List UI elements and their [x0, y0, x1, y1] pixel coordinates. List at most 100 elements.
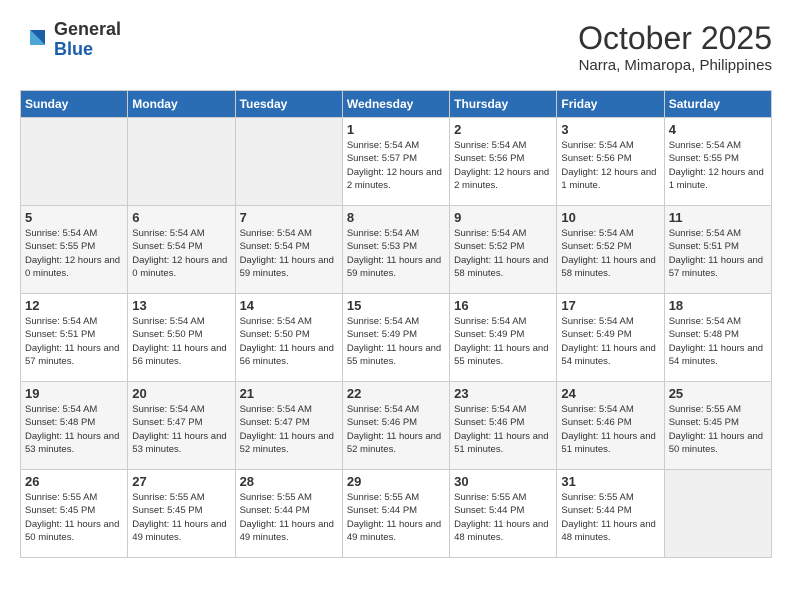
calendar-cell: 15 Sunrise: 5:54 AMSunset: 5:49 PMDayligh…	[342, 294, 449, 382]
calendar-cell: 30 Sunrise: 5:55 AMSunset: 5:44 PMDayligh…	[450, 470, 557, 558]
calendar-cell: 25 Sunrise: 5:55 AMSunset: 5:45 PMDayligh…	[664, 382, 771, 470]
cell-info: Sunrise: 5:54 AMSunset: 5:52 PMDaylight:…	[454, 227, 552, 280]
cell-info: Sunrise: 5:54 AMSunset: 5:46 PMDaylight:…	[454, 403, 552, 456]
calendar-week-row: 19Sunrise: 5:54 AMSunset: 5:48 PMDayligh…	[21, 382, 772, 470]
header-day: Sunday	[21, 91, 128, 118]
cell-info: Sunrise: 5:54 AMSunset: 5:52 PMDaylight:…	[561, 227, 659, 280]
logo-text: General Blue	[54, 20, 121, 60]
cell-info: Sunrise: 5:54 AMSunset: 5:48 PMDaylight:…	[669, 315, 767, 368]
calendar-cell	[128, 118, 235, 206]
cell-info: Sunrise: 5:54 AMSunset: 5:49 PMDaylight:…	[561, 315, 659, 368]
day-number: 2	[454, 122, 552, 137]
cell-info: Sunrise: 5:54 AMSunset: 5:54 PMDaylight:…	[132, 227, 230, 280]
calendar-table: SundayMondayTuesdayWednesdayThursdayFrid…	[20, 90, 772, 558]
cell-info: Sunrise: 5:54 AMSunset: 5:47 PMDaylight:…	[240, 403, 338, 456]
cell-info: Sunrise: 5:54 AMSunset: 5:50 PMDaylight:…	[132, 315, 230, 368]
calendar-cell: 20 Sunrise: 5:54 AMSunset: 5:47 PMDayligh…	[128, 382, 235, 470]
calendar-cell: 16 Sunrise: 5:54 AMSunset: 5:49 PMDayligh…	[450, 294, 557, 382]
day-number: 27	[132, 474, 230, 489]
day-number: 30	[454, 474, 552, 489]
calendar-week-row: 12Sunrise: 5:54 AMSunset: 5:51 PMDayligh…	[21, 294, 772, 382]
cell-info: Sunrise: 5:55 AMSunset: 5:45 PMDaylight:…	[669, 403, 767, 456]
day-number: 20	[132, 386, 230, 401]
calendar-cell: 3Sunrise: 5:54 AMSunset: 5:56 PMDaylight…	[557, 118, 664, 206]
day-number: 9	[454, 210, 552, 225]
cell-info: Sunrise: 5:54 AMSunset: 5:55 PMDaylight:…	[669, 139, 767, 192]
calendar-body: 1Sunrise: 5:54 AMSunset: 5:57 PMDaylight…	[21, 118, 772, 558]
day-number: 28	[240, 474, 338, 489]
day-number: 7	[240, 210, 338, 225]
cell-info: Sunrise: 5:54 AMSunset: 5:46 PMDaylight:…	[561, 403, 659, 456]
calendar-cell: 13 Sunrise: 5:54 AMSunset: 5:50 PMDayligh…	[128, 294, 235, 382]
location: Narra, Mimaropa, Philippines	[578, 57, 772, 74]
calendar-cell: 22 Sunrise: 5:54 AMSunset: 5:46 PMDayligh…	[342, 382, 449, 470]
cell-info: Sunrise: 5:54 AMSunset: 5:54 PMDaylight:…	[240, 227, 338, 280]
day-number: 13	[132, 298, 230, 313]
header-day: Friday	[557, 91, 664, 118]
header-row: SundayMondayTuesdayWednesdayThursdayFrid…	[21, 91, 772, 118]
calendar-cell: 23Sunrise: 5:54 AMSunset: 5:46 PMDayligh…	[450, 382, 557, 470]
calendar-cell: 1Sunrise: 5:54 AMSunset: 5:57 PMDaylight…	[342, 118, 449, 206]
cell-info: Sunrise: 5:54 AMSunset: 5:55 PMDaylight:…	[25, 227, 123, 280]
day-number: 22	[347, 386, 445, 401]
calendar-cell: 31Sunrise: 5:55 AMSunset: 5:44 PMDayligh…	[557, 470, 664, 558]
day-number: 10	[561, 210, 659, 225]
month-title: October 2025	[578, 20, 772, 57]
day-number: 11	[669, 210, 767, 225]
header-day: Saturday	[664, 91, 771, 118]
cell-info: Sunrise: 5:54 AMSunset: 5:56 PMDaylight:…	[561, 139, 659, 192]
calendar-cell: 14Sunrise: 5:54 AMSunset: 5:50 PMDayligh…	[235, 294, 342, 382]
calendar-cell: 24 Sunrise: 5:54 AMSunset: 5:46 PMDayligh…	[557, 382, 664, 470]
calendar-header: SundayMondayTuesdayWednesdayThursdayFrid…	[21, 91, 772, 118]
calendar-cell: 28 Sunrise: 5:55 AMSunset: 5:44 PMDayligh…	[235, 470, 342, 558]
cell-info: Sunrise: 5:55 AMSunset: 5:45 PMDaylight:…	[132, 491, 230, 544]
day-number: 29	[347, 474, 445, 489]
cell-info: Sunrise: 5:54 AMSunset: 5:49 PMDaylight:…	[347, 315, 445, 368]
logo-icon	[20, 25, 50, 55]
cell-info: Sunrise: 5:54 AMSunset: 5:48 PMDaylight:…	[25, 403, 123, 456]
header-day: Wednesday	[342, 91, 449, 118]
day-number: 31	[561, 474, 659, 489]
cell-info: Sunrise: 5:55 AMSunset: 5:44 PMDaylight:…	[347, 491, 445, 544]
calendar-cell: 2 Sunrise: 5:54 AMSunset: 5:56 PMDaylight…	[450, 118, 557, 206]
cell-info: Sunrise: 5:54 AMSunset: 5:47 PMDaylight:…	[132, 403, 230, 456]
logo-general: General	[54, 20, 121, 40]
cell-info: Sunrise: 5:54 AMSunset: 5:53 PMDaylight:…	[347, 227, 445, 280]
calendar-cell: 21Sunrise: 5:54 AMSunset: 5:47 PMDayligh…	[235, 382, 342, 470]
calendar-cell: 8 Sunrise: 5:54 AMSunset: 5:53 PMDaylight…	[342, 206, 449, 294]
cell-info: Sunrise: 5:54 AMSunset: 5:50 PMDaylight:…	[240, 315, 338, 368]
day-number: 16	[454, 298, 552, 313]
calendar-cell: 17 Sunrise: 5:54 AMSunset: 5:49 PMDayligh…	[557, 294, 664, 382]
calendar-cell	[21, 118, 128, 206]
calendar-cell	[664, 470, 771, 558]
calendar-cell: 6Sunrise: 5:54 AMSunset: 5:54 PMDaylight…	[128, 206, 235, 294]
calendar-cell: 18 Sunrise: 5:54 AMSunset: 5:48 PMDayligh…	[664, 294, 771, 382]
calendar-cell: 5Sunrise: 5:54 AMSunset: 5:55 PMDaylight…	[21, 206, 128, 294]
header-day: Thursday	[450, 91, 557, 118]
cell-info: Sunrise: 5:55 AMSunset: 5:44 PMDaylight:…	[454, 491, 552, 544]
calendar-week-row: 5Sunrise: 5:54 AMSunset: 5:55 PMDaylight…	[21, 206, 772, 294]
cell-info: Sunrise: 5:54 AMSunset: 5:49 PMDaylight:…	[454, 315, 552, 368]
day-number: 15	[347, 298, 445, 313]
cell-info: Sunrise: 5:55 AMSunset: 5:44 PMDaylight:…	[240, 491, 338, 544]
calendar-cell: 26Sunrise: 5:55 AMSunset: 5:45 PMDayligh…	[21, 470, 128, 558]
title-block: October 2025 Narra, Mimaropa, Philippine…	[578, 20, 772, 74]
calendar-cell: 4 Sunrise: 5:54 AMSunset: 5:55 PMDaylight…	[664, 118, 771, 206]
day-number: 25	[669, 386, 767, 401]
day-number: 18	[669, 298, 767, 313]
day-number: 24	[561, 386, 659, 401]
calendar-week-row: 26Sunrise: 5:55 AMSunset: 5:45 PMDayligh…	[21, 470, 772, 558]
day-number: 8	[347, 210, 445, 225]
header-day: Monday	[128, 91, 235, 118]
day-number: 17	[561, 298, 659, 313]
cell-info: Sunrise: 5:54 AMSunset: 5:56 PMDaylight:…	[454, 139, 552, 192]
day-number: 4	[669, 122, 767, 137]
cell-info: Sunrise: 5:54 AMSunset: 5:46 PMDaylight:…	[347, 403, 445, 456]
page-header: General Blue October 2025 Narra, Mimarop…	[20, 20, 772, 74]
calendar-cell: 12Sunrise: 5:54 AMSunset: 5:51 PMDayligh…	[21, 294, 128, 382]
calendar-cell: 11 Sunrise: 5:54 AMSunset: 5:51 PMDayligh…	[664, 206, 771, 294]
calendar-cell: 7 Sunrise: 5:54 AMSunset: 5:54 PMDaylight…	[235, 206, 342, 294]
cell-info: Sunrise: 5:54 AMSunset: 5:51 PMDaylight:…	[669, 227, 767, 280]
day-number: 1	[347, 122, 445, 137]
cell-info: Sunrise: 5:55 AMSunset: 5:45 PMDaylight:…	[25, 491, 123, 544]
